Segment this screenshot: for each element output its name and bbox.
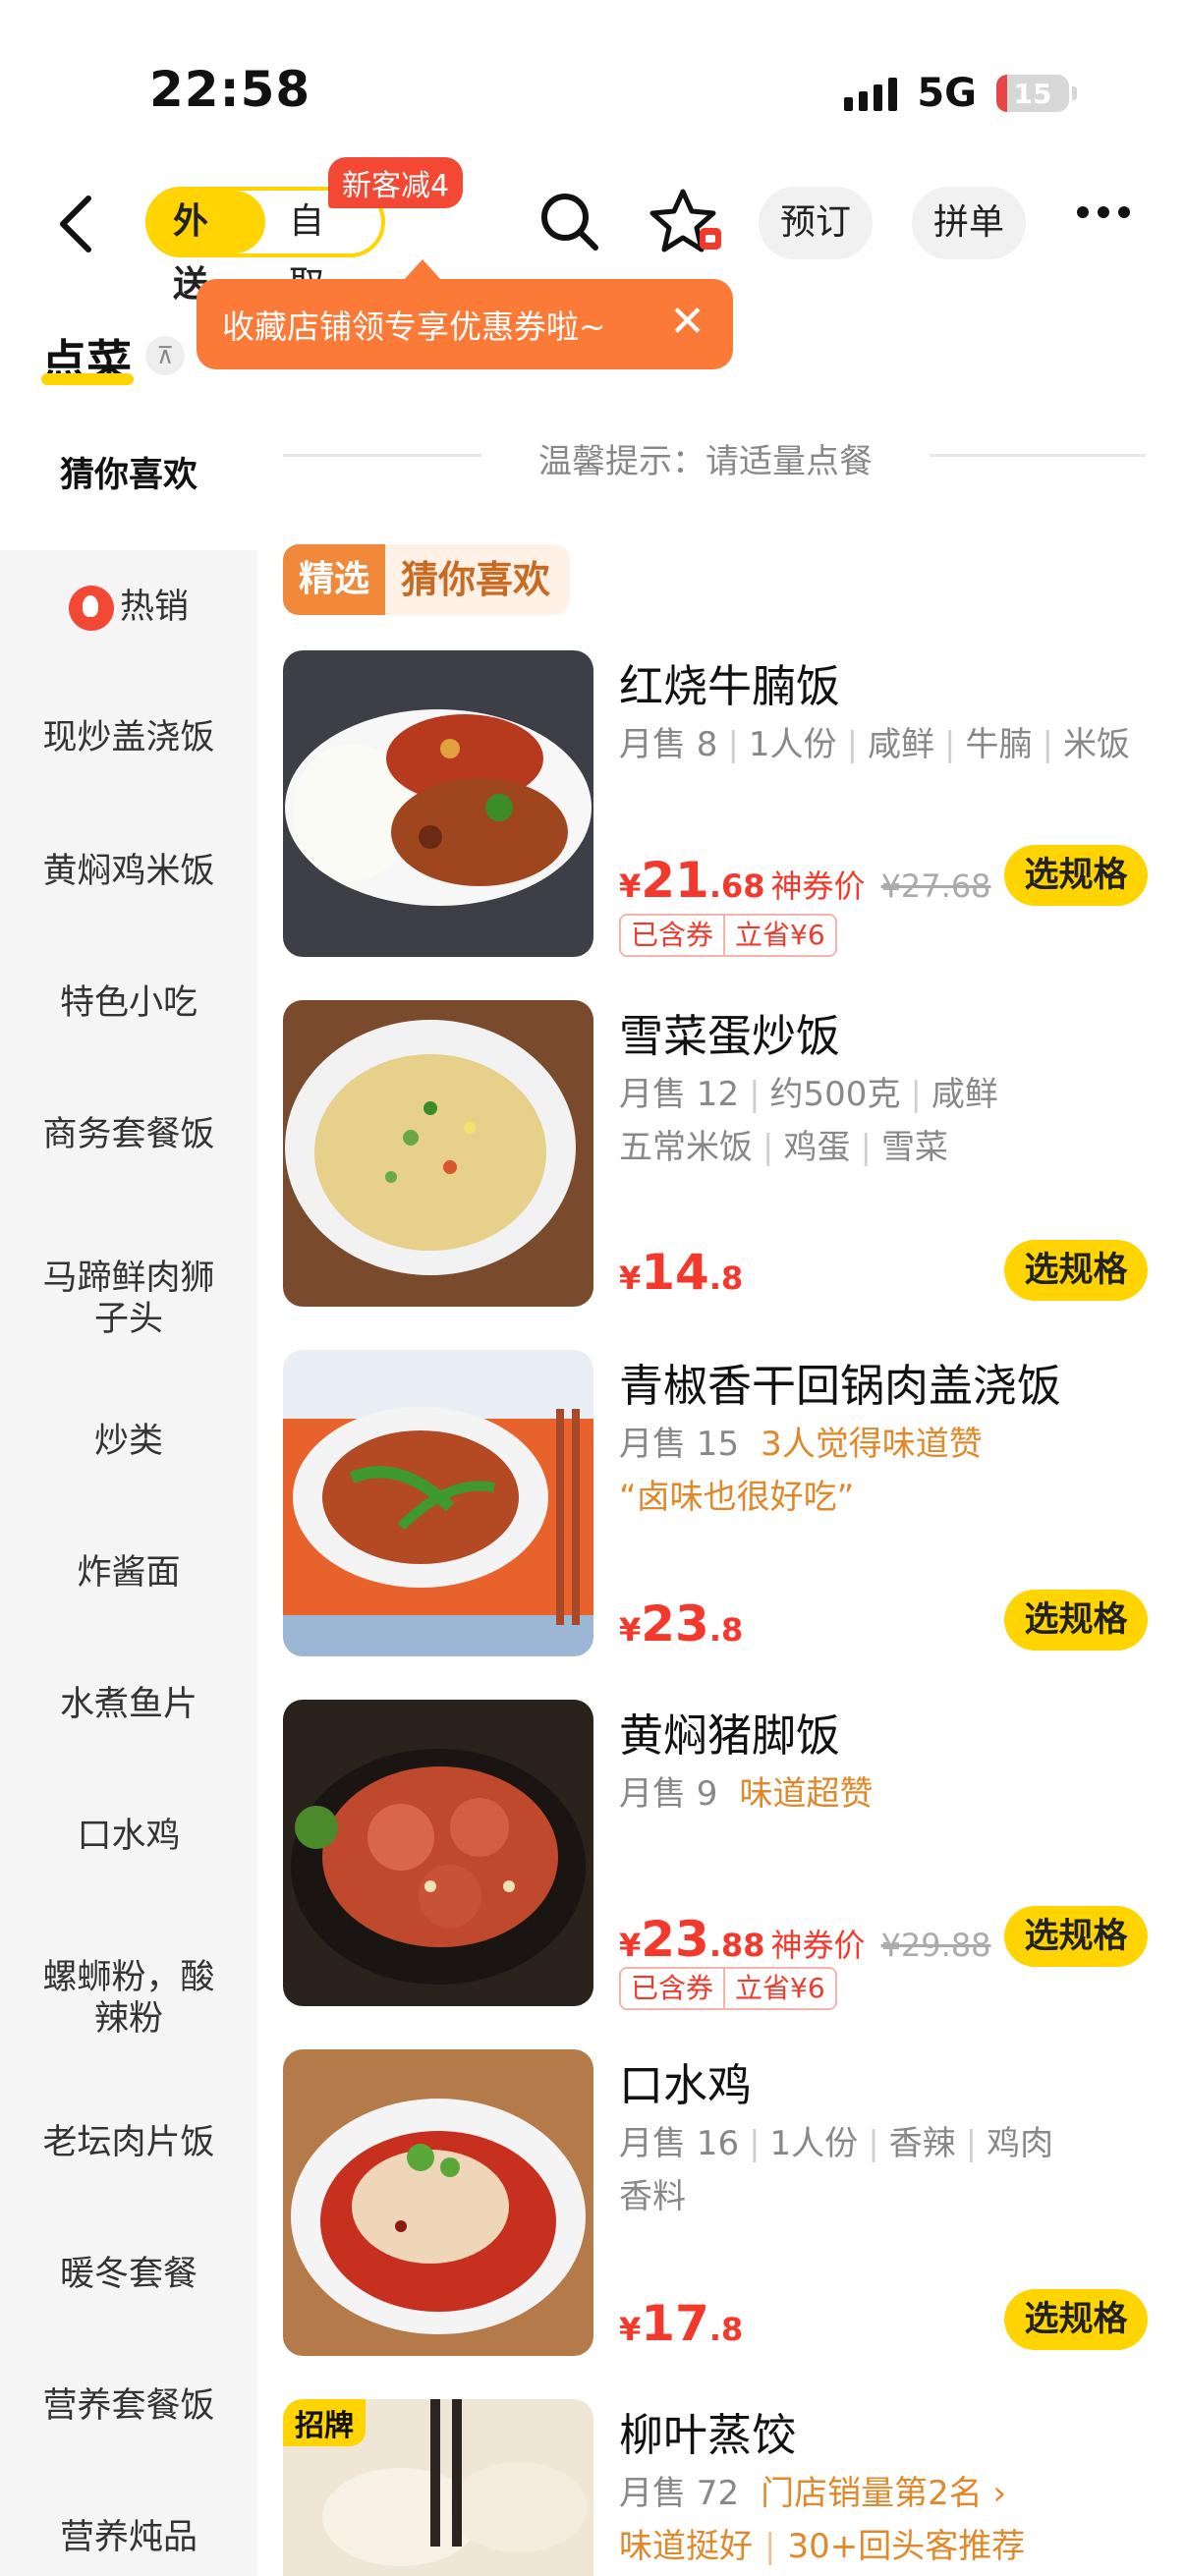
dish-name: 口水鸡 (619, 2059, 753, 2111)
sidebar-item-label: 现炒盖浇饭 (42, 718, 215, 757)
dish-price: ¥17.8 (619, 2295, 744, 2352)
reserve-button[interactable]: 预订 (759, 187, 874, 259)
new-customer-badge: 新客减4 (328, 157, 464, 208)
sidebar-item[interactable]: 马蹄鲜肉狮 子头 (0, 1258, 257, 1340)
section-tag-featured: 精选 (283, 544, 386, 615)
dish-photo-braised-pork-trotter[interactable] (283, 1700, 593, 2006)
sidebar-item[interactable]: 水煮鱼片 (0, 1684, 257, 1725)
dish-item[interactable]: 雪菜蛋炒饭 月售 12 | 约500克 | 咸鲜 五常米饭 | 鸡蛋 | 雪菜 ¥14.8 选规… (283, 1000, 1167, 1324)
dish-meta: 月售 9 味道超赞 (619, 1774, 874, 1814)
dish-review-quote: “卤味也很好吃” (619, 1478, 855, 1517)
sidebar-item-label: 暖冬套餐 (59, 2255, 198, 2294)
search-icon[interactable] (535, 187, 603, 255)
dish-item[interactable]: 招牌 柳叶蒸饺 月售 72 门店销量第2名 › 味道挺好 | 30+回头客推荐 (283, 2399, 1167, 2576)
dish-item[interactable]: 黄焖猪脚饭 月售 9 味道超赞 ¥23.88 神券价 ¥29.88 已含券 立省¥6 选… (283, 1700, 1167, 2024)
sidebar-item[interactable]: 炒类 (0, 1421, 257, 1462)
dish-item[interactable]: 口水鸡 月售 16 | 1人份 | 香辣 | 鸡肉 香料 ¥17.8 选规格 (283, 2049, 1167, 2374)
group-order-button[interactable]: 拼单 (912, 187, 1027, 259)
sidebar-item-label: 口水鸡 (77, 1817, 181, 1856)
dish-name: 红烧牛腩饭 (619, 660, 841, 712)
choose-spec-button[interactable]: 选规格 (1004, 1240, 1148, 1301)
dish-photo-egg-fried-rice[interactable] (283, 1000, 593, 1307)
dish-meta-extra: 味道挺好 | 30+回头客推荐 (619, 2527, 1026, 2566)
sidebar-item-label: 螺蛳粉，酸 辣粉 (42, 1958, 215, 2039)
sidebar-item-label: 炸酱面 (77, 1553, 181, 1593)
favorite-star-icon[interactable] (649, 187, 727, 255)
dish-price: ¥14.8 (619, 1244, 744, 1301)
sidebar-item[interactable]: 现炒盖浇饭 (0, 717, 257, 758)
sidebar-item-active[interactable]: 猜你喜欢 (0, 401, 257, 550)
coupon-tag: 已含券 立省¥6 (619, 1967, 837, 2010)
battery-level: 15 (1013, 77, 1052, 110)
sidebar-item[interactable]: 营养炖品 (0, 2517, 257, 2558)
close-icon[interactable]: ✕ (669, 297, 705, 348)
dish-photo-mouthwatering-chicken[interactable] (283, 2049, 593, 2356)
sidebar-item[interactable]: 老坛肉片饭 (0, 2122, 257, 2163)
sidebar-item-label: 特色小吃 (59, 983, 198, 1023)
favorite-coupon-tooltip[interactable]: 收藏店铺领专享优惠券啦~ ✕ (197, 279, 733, 369)
more-icon[interactable] (1077, 206, 1130, 218)
sidebar-item[interactable]: 热销 (0, 586, 257, 631)
choose-spec-button[interactable]: 选规格 (1004, 2289, 1148, 2350)
sidebar-item-label: 黄焖鸡米饭 (42, 852, 215, 891)
dish-item[interactable]: 青椒香干回锅肉盖浇饭 月售 15 3人觉得味道赞 “卤味也很好吃” ¥23.8 选… (283, 1350, 1167, 1674)
dish-meta: 月售 12 | 约500克 | 咸鲜 (619, 1075, 998, 1114)
tooltip-arrow (403, 259, 442, 281)
dish-photo-beef-brisket[interactable] (283, 650, 593, 957)
mode-delivery[interactable]: 外送 (149, 191, 265, 305)
dish-price: ¥21.68 神券价 ¥27.68 (619, 852, 991, 909)
choose-spec-button[interactable]: 选规格 (1004, 1590, 1148, 1651)
sidebar-item[interactable]: 特色小吃 (0, 982, 257, 1024)
notice-divider (283, 454, 481, 457)
dish-meta-extra: 五常米饭 | 鸡蛋 | 雪菜 (619, 1128, 948, 1167)
dish-price: ¥23.8 (619, 1596, 744, 1652)
dish-photo-twice-cooked-pork[interactable] (283, 1350, 593, 1656)
hot-fire-icon (68, 586, 114, 631)
choose-spec-button[interactable]: 选规格 (1004, 845, 1148, 906)
choose-spec-button[interactable]: 选规格 (1004, 1906, 1148, 1967)
signal-icon (844, 76, 898, 111)
notice-divider (930, 454, 1146, 457)
network-type: 5G (917, 71, 977, 116)
dish-name: 柳叶蒸饺 (619, 2409, 797, 2461)
dish-name: 黄焖猪脚饭 (619, 1709, 841, 1762)
sidebar-item[interactable]: 商务套餐饭 (0, 1114, 257, 1155)
sidebar-item[interactable]: 黄焖鸡米饭 (0, 851, 257, 892)
battery-icon: 15 (996, 75, 1069, 112)
dish-meta: 月售 8 | 1人份 | 咸鲜 | 牛腩 | 米饭 (619, 725, 1130, 764)
sidebar-item-label: 营养套餐饭 (42, 2386, 215, 2426)
sidebar-item[interactable]: 营养套餐饭 (0, 2385, 257, 2427)
sidebar-item[interactable]: 暖冬套餐 (0, 2254, 257, 2295)
sidebar-item-label: 老坛肉片饭 (42, 2123, 215, 2162)
dish-price: ¥23.88 神券价 ¥29.88 (619, 1911, 991, 1968)
status-time: 22:58 (149, 61, 311, 118)
dish-name: 青椒香干回锅肉盖浇饭 (619, 1360, 1062, 1412)
section-tag: 精选 猜你喜欢 (283, 544, 571, 615)
dish-item[interactable]: 红烧牛腩饭 月售 8 | 1人份 | 咸鲜 | 牛腩 | 米饭 ¥21.68 神券价 ¥27.68 … (283, 650, 1167, 975)
signature-badge: 招牌 (283, 2399, 366, 2446)
sidebar-item-label: 热销 (119, 588, 189, 627)
dish-name: 雪菜蛋炒饭 (619, 1010, 841, 1062)
section-tag-title: 猜你喜欢 (385, 544, 571, 615)
dish-meta: 月售 15 3人觉得味道赞 (619, 1425, 983, 1464)
pin-top-icon[interactable]: ⊼ (145, 336, 185, 375)
dish-meta-extra: 香料 (619, 2177, 686, 2216)
dish-meta: 月售 16 | 1人份 | 香辣 | 鸡肉 (619, 2124, 1054, 2163)
sidebar-item-label: 马蹄鲜肉狮 子头 (42, 1259, 215, 1339)
coupon-tag: 已含券 立省¥6 (619, 914, 837, 957)
sidebar-item-label: 炒类 (93, 1422, 163, 1461)
status-indicators: 5G 15 (844, 71, 1077, 116)
tab-underline (41, 373, 134, 385)
sidebar-item-label: 水煮鱼片 (59, 1685, 198, 1724)
tooltip-text: 收藏店铺领专享优惠券啦~ (222, 308, 606, 346)
sidebar-item[interactable]: 炸酱面 (0, 1552, 257, 1594)
notice-text: 温馨提示：请适量点餐 (538, 442, 873, 481)
sidebar-item[interactable]: 口水鸡 (0, 1816, 257, 1857)
sidebar-item-label: 商务套餐饭 (42, 1115, 215, 1154)
sidebar-item-label: 猜你喜欢 (59, 456, 198, 495)
sidebar-item-label: 营养炖品 (59, 2518, 198, 2557)
sidebar-item[interactable]: 螺蛳粉，酸 辣粉 (0, 1957, 257, 2040)
back-icon[interactable] (49, 193, 108, 255)
dish-meta: 月售 72 门店销量第2名 › (619, 2474, 1007, 2513)
